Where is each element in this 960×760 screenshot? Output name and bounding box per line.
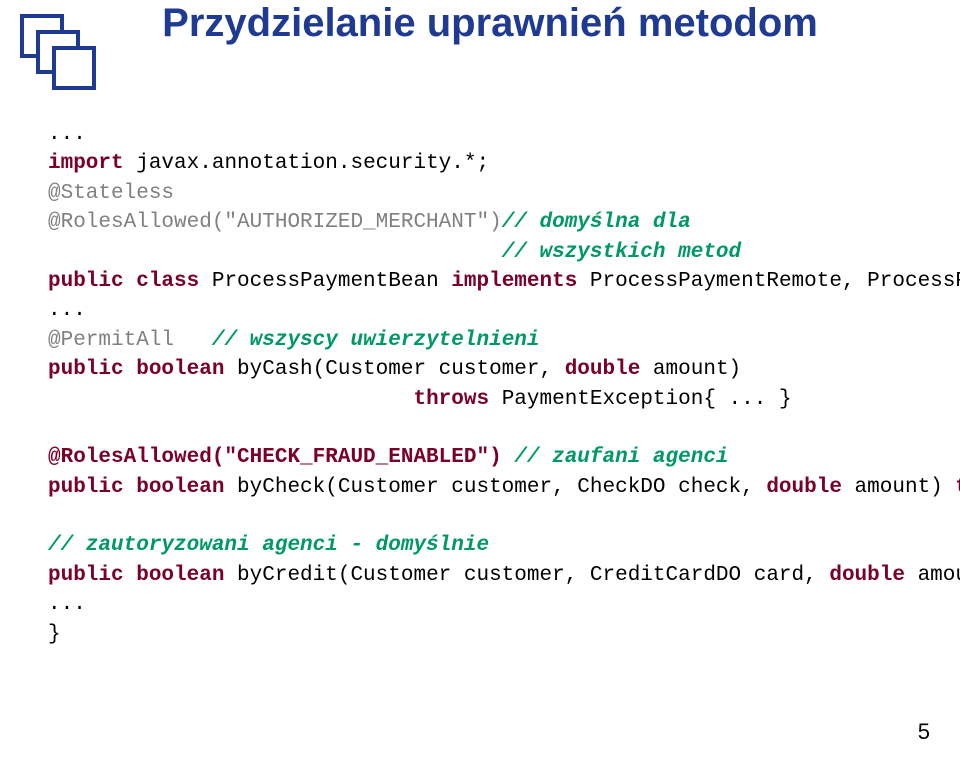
code-listing: ... import javax.annotation.security.*; … <box>48 120 918 649</box>
keyword: public boolean <box>48 476 224 499</box>
spaces <box>502 446 515 469</box>
keyword-import: import <box>48 152 124 175</box>
code-line: } <box>48 623 61 646</box>
code-line: ... <box>48 299 86 322</box>
spaces <box>48 388 413 411</box>
code-text: byCredit(Customer customer, CreditCardDO… <box>224 564 829 587</box>
spaces <box>174 329 212 352</box>
code-line: ... <box>48 593 86 616</box>
code-text: javax.annotation.security.*; <box>124 152 489 175</box>
code-text: PaymentException{ ... } <box>489 388 791 411</box>
code-line: ... <box>48 123 86 146</box>
keyword: throws <box>955 476 960 499</box>
comment: // zaufani agenci <box>514 446 728 469</box>
code-text: ProcessPaymentBean <box>199 270 451 293</box>
code-text: byCheck(Customer customer, CheckDO check… <box>224 476 766 499</box>
keyword: public class <box>48 270 199 293</box>
code-text: amount) <box>905 564 960 587</box>
annotation-permitall: @PermitAll <box>48 329 174 352</box>
code-text: byCash(Customer customer, <box>224 358 564 381</box>
keyword: double <box>565 358 641 381</box>
keyword: double <box>829 564 905 587</box>
keyword: double <box>766 476 842 499</box>
keyword: public boolean <box>48 564 224 587</box>
slide-title: Przydzielanie uprawnień metodom <box>100 0 880 46</box>
comment: // wszyscy uwierzytelnieni <box>212 329 540 352</box>
comment: // wszystkich metod <box>502 241 741 264</box>
comment: // domyślna dla <box>502 211 691 234</box>
code-text: amount) <box>640 358 741 381</box>
annotation-rolesallowed: @RolesAllowed("AUTHORIZED_MERCHANT") <box>48 211 502 234</box>
keyword: throws <box>413 388 489 411</box>
page-number: 5 <box>918 719 930 745</box>
spaces <box>48 241 502 264</box>
annotation-rolesallowed-check: @RolesAllowed("CHECK_FRAUD_ENABLED") <box>48 446 502 469</box>
code-text: amount) <box>842 476 955 499</box>
code-text: ProcessPaymentRemote, ProcessPaymentLoca… <box>577 270 960 293</box>
annotation-stateless: @Stateless <box>48 182 174 205</box>
keyword: implements <box>451 270 577 293</box>
keyword: public boolean <box>48 358 224 381</box>
comment: // zautoryzowani agenci - domyślnie <box>48 534 489 557</box>
squares-icon <box>18 12 96 90</box>
